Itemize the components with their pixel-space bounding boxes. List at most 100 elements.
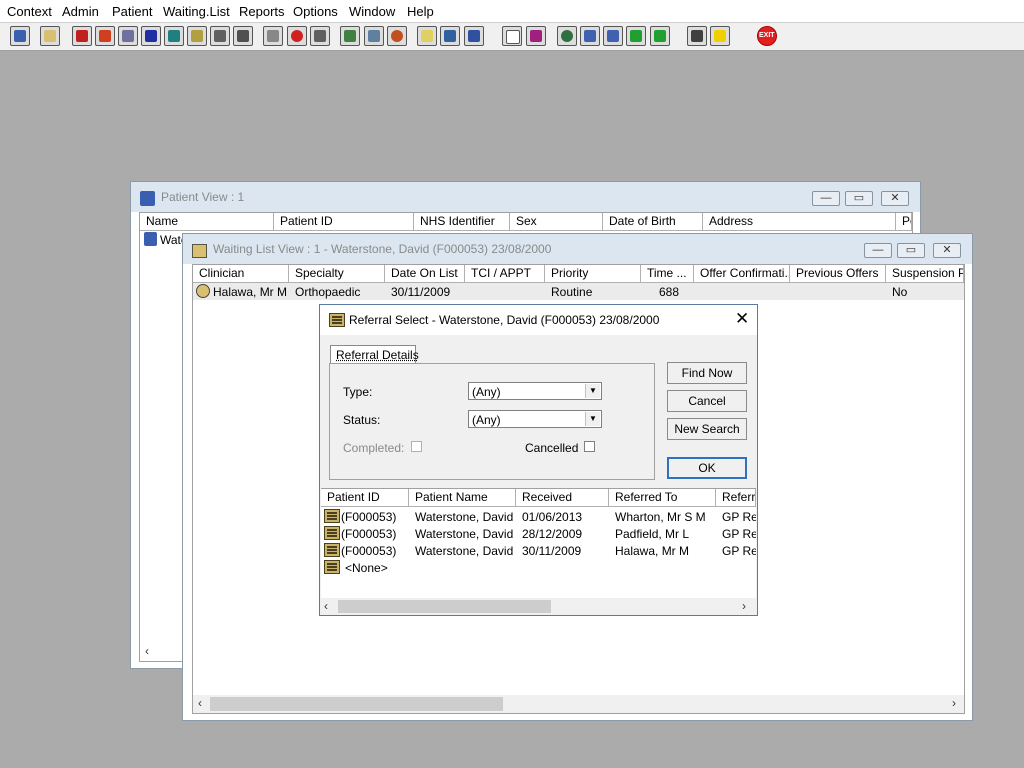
form-icon[interactable] [364, 26, 384, 46]
col-received[interactable]: Received [516, 489, 609, 506]
scroll-right-arrow[interactable]: › [952, 696, 956, 710]
card-icon[interactable] [118, 26, 138, 46]
scroll-right-arrow[interactable]: › [742, 599, 746, 613]
doctor-icon[interactable] [164, 26, 184, 46]
chevron-down-icon[interactable]: ▼ [585, 384, 600, 398]
globe-icon[interactable] [557, 26, 577, 46]
scroll-left-arrow[interactable]: ‹ [198, 696, 202, 710]
check-list-icon[interactable] [580, 26, 600, 46]
type-value: (Any) [472, 385, 501, 399]
restore-button[interactable]: ▭ [897, 243, 925, 258]
cell-received: 30/11/2009 [522, 544, 582, 558]
tab-referral-details[interactable]: Referral Details [330, 345, 419, 363]
col-time[interactable]: Time ... [641, 265, 694, 282]
col-patient-name[interactable]: Patient Name [409, 489, 516, 506]
image-icon[interactable] [340, 26, 360, 46]
col-referral[interactable]: Referra [716, 489, 756, 506]
cancelled-checkbox[interactable] [584, 441, 595, 452]
close-button[interactable]: ✕ [881, 191, 909, 206]
note-icon[interactable] [417, 26, 437, 46]
menu-reports[interactable]: Reports [239, 4, 285, 19]
type-select[interactable]: (Any) ▼ [468, 382, 602, 400]
menu-options[interactable]: Options [293, 4, 338, 19]
warning-icon[interactable] [710, 26, 730, 46]
clock-icon[interactable] [287, 26, 307, 46]
patient-row-icon [144, 232, 157, 246]
col-previous-offers[interactable]: Previous Offers [790, 265, 886, 282]
close-button[interactable]: ✕ [933, 243, 961, 258]
arrow-up-icon[interactable] [650, 26, 670, 46]
menu-help[interactable]: Help [407, 4, 434, 19]
notepad-icon[interactable] [187, 26, 207, 46]
chart-icon[interactable] [526, 26, 546, 46]
scroll-left-arrow[interactable]: ‹ [145, 644, 149, 658]
col-name[interactable]: Name [140, 213, 274, 230]
col-sex[interactable]: Sex [510, 213, 603, 230]
exit-icon[interactable]: EXIT [757, 26, 777, 46]
cancel-button[interactable]: Cancel [667, 390, 747, 412]
list-icon[interactable] [310, 26, 330, 46]
col-date-of-birth[interactable]: Date of Birth [603, 213, 703, 230]
bed-icon[interactable] [440, 26, 460, 46]
col-address[interactable]: Address [703, 213, 896, 230]
horizontal-scrollbar[interactable]: ‹ › [193, 695, 964, 713]
col-tci-appt[interactable]: TCI / APPT [465, 265, 545, 282]
scroll-thumb[interactable] [338, 600, 551, 613]
find-now-button[interactable]: Find Now [667, 362, 747, 384]
col-priority[interactable]: Priority [545, 265, 641, 282]
ok-button[interactable]: OK [667, 457, 747, 479]
user-icon[interactable] [10, 26, 30, 46]
check-doc-icon[interactable] [603, 26, 623, 46]
col-suspension[interactable]: Suspension Pe [886, 265, 964, 282]
person-chair-icon[interactable] [464, 26, 484, 46]
minimize-button[interactable]: — [812, 191, 840, 206]
printer-icon[interactable] [40, 26, 60, 46]
menu-context[interactable]: Context [7, 4, 52, 19]
col-referred-to[interactable]: Referred To [609, 489, 716, 506]
cell-patient-name: Waterstone, David [415, 544, 514, 558]
book-icon[interactable] [72, 26, 92, 46]
ambulance-icon[interactable] [210, 26, 230, 46]
list-item[interactable]: (F000053) Waterstone, David 28/12/2009 P… [321, 525, 756, 542]
list-item[interactable]: <None> [321, 559, 756, 576]
menu-window[interactable]: Window [349, 4, 395, 19]
new-search-button[interactable]: New Search [667, 418, 747, 440]
list-item[interactable]: (F000053) Waterstone, David 30/11/2009 H… [321, 542, 756, 559]
clinician-icon [196, 284, 210, 298]
close-icon[interactable]: ✕ [735, 309, 749, 329]
scroll-thumb[interactable] [210, 697, 503, 711]
horizontal-scrollbar[interactable]: ‹ › [321, 598, 756, 615]
search-doc-icon[interactable] [263, 26, 283, 46]
cell-none: <None> [345, 561, 388, 575]
col-clinician[interactable]: Clinician [193, 265, 289, 282]
completed-checkbox[interactable] [411, 441, 422, 452]
col-patient-id[interactable]: Patient ID [321, 489, 409, 506]
menu-waiting-list[interactable]: Waiting.List [163, 4, 230, 19]
chevron-down-icon[interactable]: ▼ [585, 412, 600, 426]
gauge-icon[interactable] [387, 26, 407, 46]
document-icon[interactable] [502, 26, 522, 46]
table-row[interactable]: Halawa, Mr M Orthopaedic 30/11/2009 Rout… [193, 283, 964, 300]
col-date-on-list[interactable]: Date On List [385, 265, 465, 282]
restore-button[interactable]: ▭ [845, 191, 873, 206]
cell-patient-id: (F000053) [341, 527, 397, 541]
col-offer-confirmation[interactable]: Offer Confirmati... [694, 265, 790, 282]
scroll-left-arrow[interactable]: ‹ [324, 599, 328, 613]
edit-icon[interactable] [95, 26, 115, 46]
m-icon[interactable] [141, 26, 161, 46]
menu-patient[interactable]: Patient [112, 4, 152, 19]
status-select[interactable]: (Any) ▼ [468, 410, 602, 428]
list-item[interactable]: (F000053) Waterstone, David 01/06/2013 W… [321, 508, 756, 525]
col-nhs-identifier[interactable]: NHS Identifier [414, 213, 510, 230]
minimize-button[interactable]: — [864, 243, 892, 258]
cell-time: 688 [659, 285, 680, 299]
col-specialty[interactable]: Specialty [289, 265, 385, 282]
arrow-down-icon[interactable] [626, 26, 646, 46]
col-patient-id[interactable]: Patient ID [274, 213, 414, 230]
cell-suspension: No [892, 285, 908, 299]
col-postcode[interactable]: Po [896, 213, 912, 230]
cell-date-on-list: 30/11/2009 [391, 285, 451, 299]
transfer-icon[interactable] [687, 26, 707, 46]
vehicle-icon[interactable] [233, 26, 253, 46]
menu-admin[interactable]: Admin [62, 4, 99, 19]
